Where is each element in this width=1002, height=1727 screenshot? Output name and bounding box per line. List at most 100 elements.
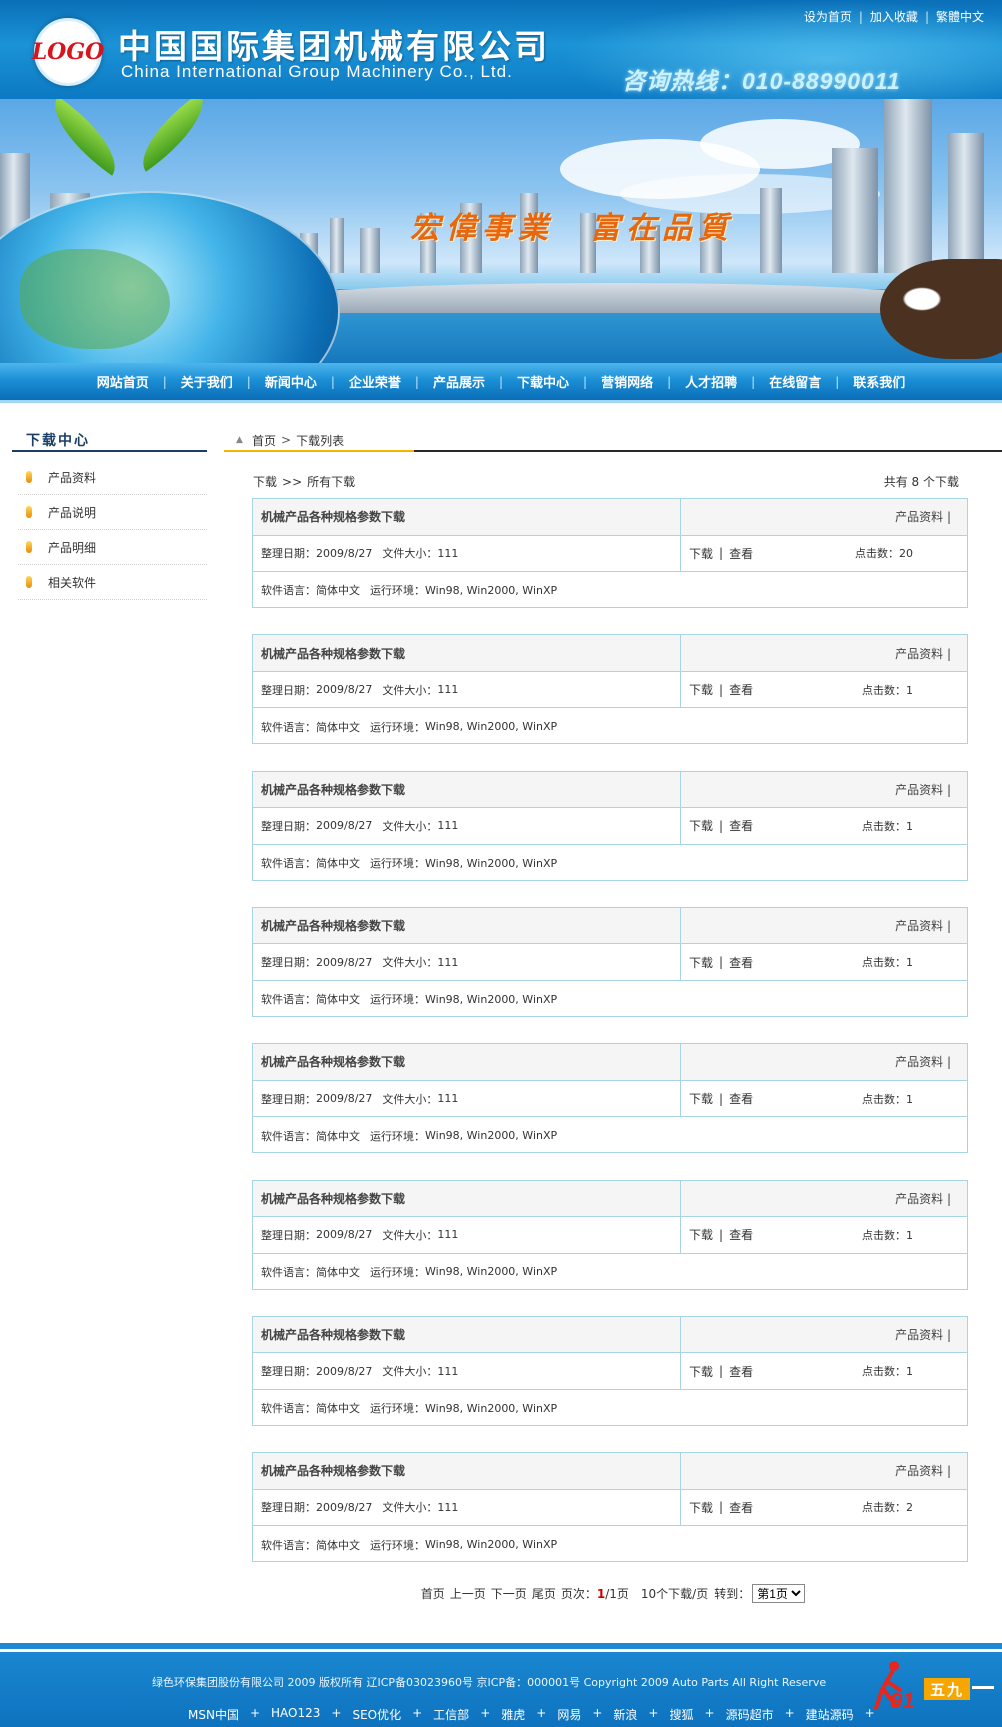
download-category-cell: 产品资料 | xyxy=(681,1453,967,1489)
download-title[interactable]: 机械产品各种规格参数下载 xyxy=(261,1190,405,1207)
nav-link-jobs[interactable]: 人才招聘 xyxy=(671,372,751,391)
download-link[interactable]: 下载 xyxy=(689,1090,713,1107)
sidebar-item-label[interactable]: 相关软件 xyxy=(48,574,96,591)
home-icon: ▲ xyxy=(236,435,243,445)
breadcrumb-home-link[interactable]: 首页 xyxy=(252,432,276,449)
download-link[interactable]: 下载 xyxy=(689,545,713,562)
size-label: 文件大小： xyxy=(382,1501,438,1515)
size-label: 文件大小： xyxy=(382,1365,438,1379)
sidebar-item-product-details[interactable]: 产品明细 xyxy=(18,530,207,565)
main-navigation: 网站首页 | 关于我们 | 新闻中心 | 企业荣誉 | 产品展示 | 下载中心 | 营销网络… xyxy=(0,363,1002,403)
footer-link-hao123[interactable]: HAO123 xyxy=(271,1706,320,1723)
nav-link-contact[interactable]: 联系我们 xyxy=(839,372,919,391)
building-shape xyxy=(884,99,932,273)
sidebar-item-label[interactable]: 产品明细 xyxy=(48,539,96,556)
env-label: 运行环境： xyxy=(370,857,425,871)
pager-next-link[interactable]: 下一页 xyxy=(491,1585,527,1602)
company-name-en: China International Group Machinery Co.,… xyxy=(121,62,513,81)
download-title[interactable]: 机械产品各种规格参数下载 xyxy=(261,1053,405,1070)
set-homepage-link[interactable]: 设为首页 xyxy=(804,8,852,25)
nav-link-honors[interactable]: 企业荣誉 xyxy=(335,372,415,391)
main-content: ▲ 首页 > 下载列表 下载 >> 所有下载 共有 8 个下载 机械产品各种规格参数… xyxy=(224,430,1002,1603)
footer-link-site-source[interactable]: 建站源码 xyxy=(806,1706,854,1723)
footer-link-msn[interactable]: MSN中国 xyxy=(188,1706,239,1723)
pager-prev-link[interactable]: 上一页 xyxy=(450,1585,486,1602)
view-link[interactable]: 查看 xyxy=(729,1499,753,1516)
nav-item-news: 新闻中心 | xyxy=(251,372,335,392)
footer-link-netease[interactable]: 网易 xyxy=(557,1706,581,1723)
download-item: 机械产品各种规格参数下载 产品资料 | 整理日期： 2009/8/27 文件大小： 111… xyxy=(252,770,968,881)
sidebar-item-related-software[interactable]: 相关软件 xyxy=(18,565,207,600)
download-title[interactable]: 机械产品各种规格参数下载 xyxy=(261,508,405,525)
view-link[interactable]: 查看 xyxy=(729,1226,753,1243)
lang-label: 软件语言： xyxy=(261,1265,316,1279)
size-value: 111 xyxy=(437,1092,459,1106)
download-title-cell: 机械产品各种规格参数下载 xyxy=(253,907,681,944)
pager-first-link[interactable]: 首页 xyxy=(421,1585,445,1602)
download-title-cell: 机械产品各种规格参数下载 xyxy=(253,1316,681,1353)
top-links: 设为首页 | 加入收藏 | 繁體中文 xyxy=(804,8,984,25)
site-logo[interactable]: LOGO xyxy=(32,18,104,86)
view-link[interactable]: 查看 xyxy=(729,1090,753,1107)
lang-label: 软件语言： xyxy=(261,1129,316,1143)
download-category[interactable]: 产品资料 | xyxy=(895,1462,951,1479)
download-category[interactable]: 产品资料 | xyxy=(895,1053,951,1070)
footer-link-miit[interactable]: 工信部 xyxy=(433,1706,469,1723)
download-category[interactable]: 产品资料 | xyxy=(895,1326,951,1343)
download-link[interactable]: 下载 xyxy=(689,1363,713,1380)
download-category[interactable]: 产品资料 | xyxy=(895,1190,951,1207)
view-link[interactable]: 查看 xyxy=(729,817,753,834)
nav-link-about[interactable]: 关于我们 xyxy=(167,372,247,391)
download-link[interactable]: 下载 xyxy=(689,1499,713,1516)
clicks-label: 点击数： xyxy=(862,1228,906,1242)
nav-link-marketing[interactable]: 营销网络 xyxy=(587,372,667,391)
download-link[interactable]: 下载 xyxy=(689,954,713,971)
download-title-row: 机械产品各种规格参数下载 产品资料 | xyxy=(253,771,967,809)
nav-link-home[interactable]: 网站首页 xyxy=(83,372,163,391)
download-link[interactable]: 下载 xyxy=(689,817,713,834)
sidebar-item-product-info[interactable]: 产品资料 xyxy=(18,460,207,495)
footer-link-sohu[interactable]: 搜狐 xyxy=(669,1706,693,1723)
download-meta-cell: 整理日期： 2009/8/27 文件大小： 111 xyxy=(253,1217,681,1253)
sidebar-item-label[interactable]: 产品说明 xyxy=(48,504,96,521)
download-category[interactable]: 产品资料 | xyxy=(895,917,951,934)
download-category[interactable]: 产品资料 | xyxy=(895,645,951,662)
sidebar-item-label[interactable]: 产品资料 xyxy=(48,469,96,486)
download-title[interactable]: 机械产品各种规格参数下载 xyxy=(261,781,405,798)
download-title[interactable]: 机械产品各种规格参数下载 xyxy=(261,917,405,934)
footer-link-source-market[interactable]: 源码超市 xyxy=(726,1706,774,1723)
pager-last-link[interactable]: 尾页 xyxy=(532,1585,556,1602)
download-link[interactable]: 下载 xyxy=(689,681,713,698)
download-actions-cell: 下载 | 查看 点击数：20 xyxy=(681,536,967,572)
env-value: Win98, Win2000, WinXP xyxy=(425,583,558,597)
nav-link-message[interactable]: 在线留言 xyxy=(755,372,835,391)
download-category[interactable]: 产品资料 | xyxy=(895,508,951,525)
banner-slogan: 宏偉事業 富在品質 xyxy=(410,211,734,246)
download-title[interactable]: 机械产品各种规格参数下载 xyxy=(261,645,405,662)
footer-link-seo[interactable]: SEO优化 xyxy=(352,1706,401,1723)
download-title[interactable]: 机械产品各种规格参数下载 xyxy=(261,1326,405,1343)
download-title[interactable]: 机械产品各种规格参数下载 xyxy=(261,1462,405,1479)
download-meta-row: 整理日期： 2009/8/27 文件大小： 111 下载 | 查看 点击数：1 xyxy=(253,808,967,845)
traditional-chinese-link[interactable]: 繁體中文 xyxy=(936,8,984,25)
size-value: 111 xyxy=(437,1228,459,1242)
nav-link-products[interactable]: 产品展示 xyxy=(419,372,499,391)
view-link[interactable]: 查看 xyxy=(729,954,753,971)
download-actions-cell: 下载 | 查看 点击数：1 xyxy=(681,1081,967,1117)
view-link[interactable]: 查看 xyxy=(729,545,753,562)
view-link[interactable]: 查看 xyxy=(729,1363,753,1380)
nav-link-downloads[interactable]: 下载中心 xyxy=(503,372,583,391)
nav-item-jobs: 人才招聘 | xyxy=(671,372,755,392)
download-category[interactable]: 产品资料 | xyxy=(895,781,951,798)
download-category-cell: 产品资料 | xyxy=(681,772,967,808)
download-item: 机械产品各种规格参数下载 产品资料 | 整理日期： 2009/8/27 文件大小： 111… xyxy=(252,498,968,608)
sidebar-item-product-manual[interactable]: 产品说明 xyxy=(18,495,207,530)
footer-link-yahoo[interactable]: 雅虎 xyxy=(501,1706,525,1723)
footer-link-sina[interactable]: 新浪 xyxy=(613,1706,637,1723)
view-link[interactable]: 查看 xyxy=(729,681,753,698)
download-link[interactable]: 下载 xyxy=(689,1226,713,1243)
add-favorite-link[interactable]: 加入收藏 xyxy=(870,8,918,25)
list-path-root[interactable]: 下载 xyxy=(253,475,277,489)
page-select[interactable]: 第1页 xyxy=(752,1584,806,1603)
nav-link-news[interactable]: 新闻中心 xyxy=(251,372,331,391)
